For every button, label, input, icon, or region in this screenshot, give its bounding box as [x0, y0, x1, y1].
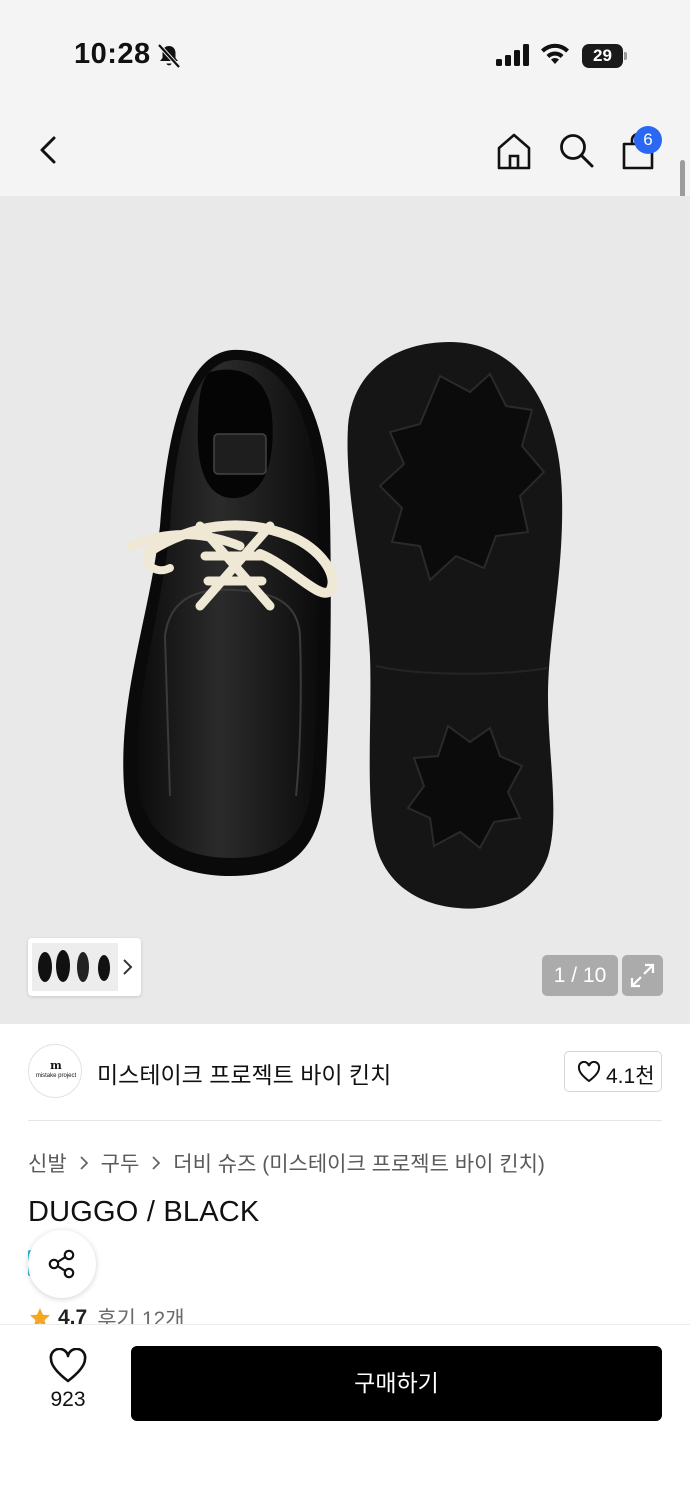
thumbnail-image	[32, 943, 133, 991]
product-photo	[123, 342, 563, 909]
status-bar: 10:28 29	[0, 0, 690, 100]
search-icon[interactable]	[556, 130, 596, 170]
brand-like-count: 4.1천	[606, 1065, 655, 1088]
breadcrumb-item-derby[interactable]: 더비 슈즈 (미스테이크 프로젝트 바이 킨치)	[173, 1148, 545, 1178]
breadcrumb-item-dress-shoes[interactable]: 구두	[101, 1148, 140, 1178]
status-time: 10:28	[74, 38, 151, 70]
heart-icon[interactable]	[48, 1348, 88, 1384]
back-icon[interactable]	[30, 130, 66, 170]
bell-off-icon	[157, 43, 181, 69]
wifi-icon	[541, 43, 569, 64]
brand-logo-text: mistake project	[35, 1073, 77, 1079]
expand-icon	[630, 963, 655, 988]
brand-logo-mark: m	[50, 1059, 62, 1072]
battery-icon: 29	[582, 44, 628, 68]
divider	[28, 1120, 662, 1121]
heart-icon	[577, 1061, 601, 1083]
image-page-counter: 1 / 10	[542, 955, 618, 996]
breadcrumb-item-shoes[interactable]: 신발	[28, 1148, 67, 1178]
expand-button[interactable]	[622, 955, 663, 996]
product-image[interactable]	[0, 196, 690, 1024]
brand-name[interactable]: 미스테이크 프로젝트 바이 킨치	[97, 1056, 391, 1090]
buy-button[interactable]: 구매하기	[131, 1346, 662, 1421]
product-title: DUGGO / BLACK	[28, 1196, 260, 1228]
signal-icon	[496, 44, 529, 66]
brand-like-button[interactable]: 4.1천	[564, 1051, 662, 1092]
top-nav-bar	[0, 100, 690, 196]
share-icon	[48, 1249, 75, 1279]
chevron-right-icon	[152, 1156, 161, 1170]
cart-badge: 6	[634, 126, 662, 154]
share-button[interactable]	[28, 1230, 96, 1298]
brand-logo[interactable]: m mistake project	[28, 1044, 82, 1098]
chevron-right-icon	[80, 1156, 88, 1170]
wish-count: 923	[50, 1388, 86, 1411]
thumbnail-strip[interactable]	[28, 938, 141, 996]
breadcrumb: 신발 구두 더비 슈즈 (미스테이크 프로젝트 바이 킨치)	[28, 1148, 545, 1178]
home-icon[interactable]	[494, 130, 534, 172]
chevron-right-icon	[123, 959, 133, 975]
battery-level: 29	[593, 46, 612, 65]
